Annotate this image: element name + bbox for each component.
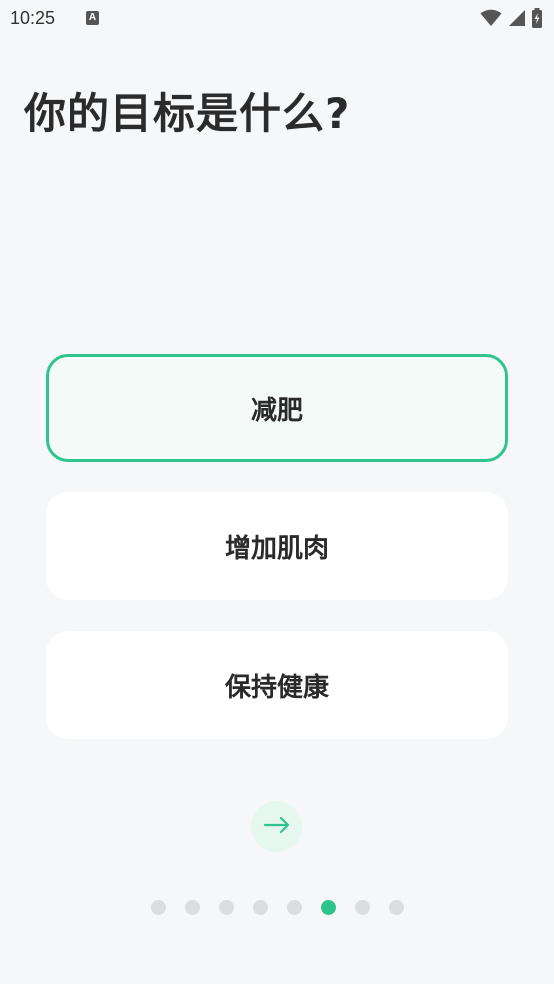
notification-a-icon: A xyxy=(86,11,99,25)
option-stay-healthy[interactable]: 保持健康 xyxy=(46,631,508,739)
page-dot xyxy=(355,900,370,915)
page-dot xyxy=(151,900,166,915)
next-button[interactable] xyxy=(251,801,302,852)
option-label: 增加肌肉 xyxy=(224,533,329,564)
page-dot xyxy=(219,900,234,915)
option-lose-weight[interactable]: 减肥 xyxy=(46,354,508,462)
option-gain-muscle[interactable]: 增加肌肉 xyxy=(46,492,508,600)
page-title: 你的目标是什么? xyxy=(24,89,351,138)
page-dot xyxy=(389,900,404,915)
page-indicator xyxy=(0,900,554,916)
option-label: 减肥 xyxy=(250,395,303,426)
page-dot-active xyxy=(321,900,336,915)
status-bar: 10:25 A xyxy=(0,0,554,36)
page-dot xyxy=(253,900,268,915)
page-dot xyxy=(287,900,302,915)
arrow-right-icon xyxy=(263,815,291,839)
signal-icon xyxy=(508,9,526,27)
page-dot xyxy=(185,900,200,915)
battery-charging-icon xyxy=(532,8,542,28)
option-label: 保持健康 xyxy=(224,672,329,703)
status-time: 10:25 xyxy=(10,8,56,28)
status-icons xyxy=(480,6,542,30)
wifi-icon xyxy=(480,9,502,27)
